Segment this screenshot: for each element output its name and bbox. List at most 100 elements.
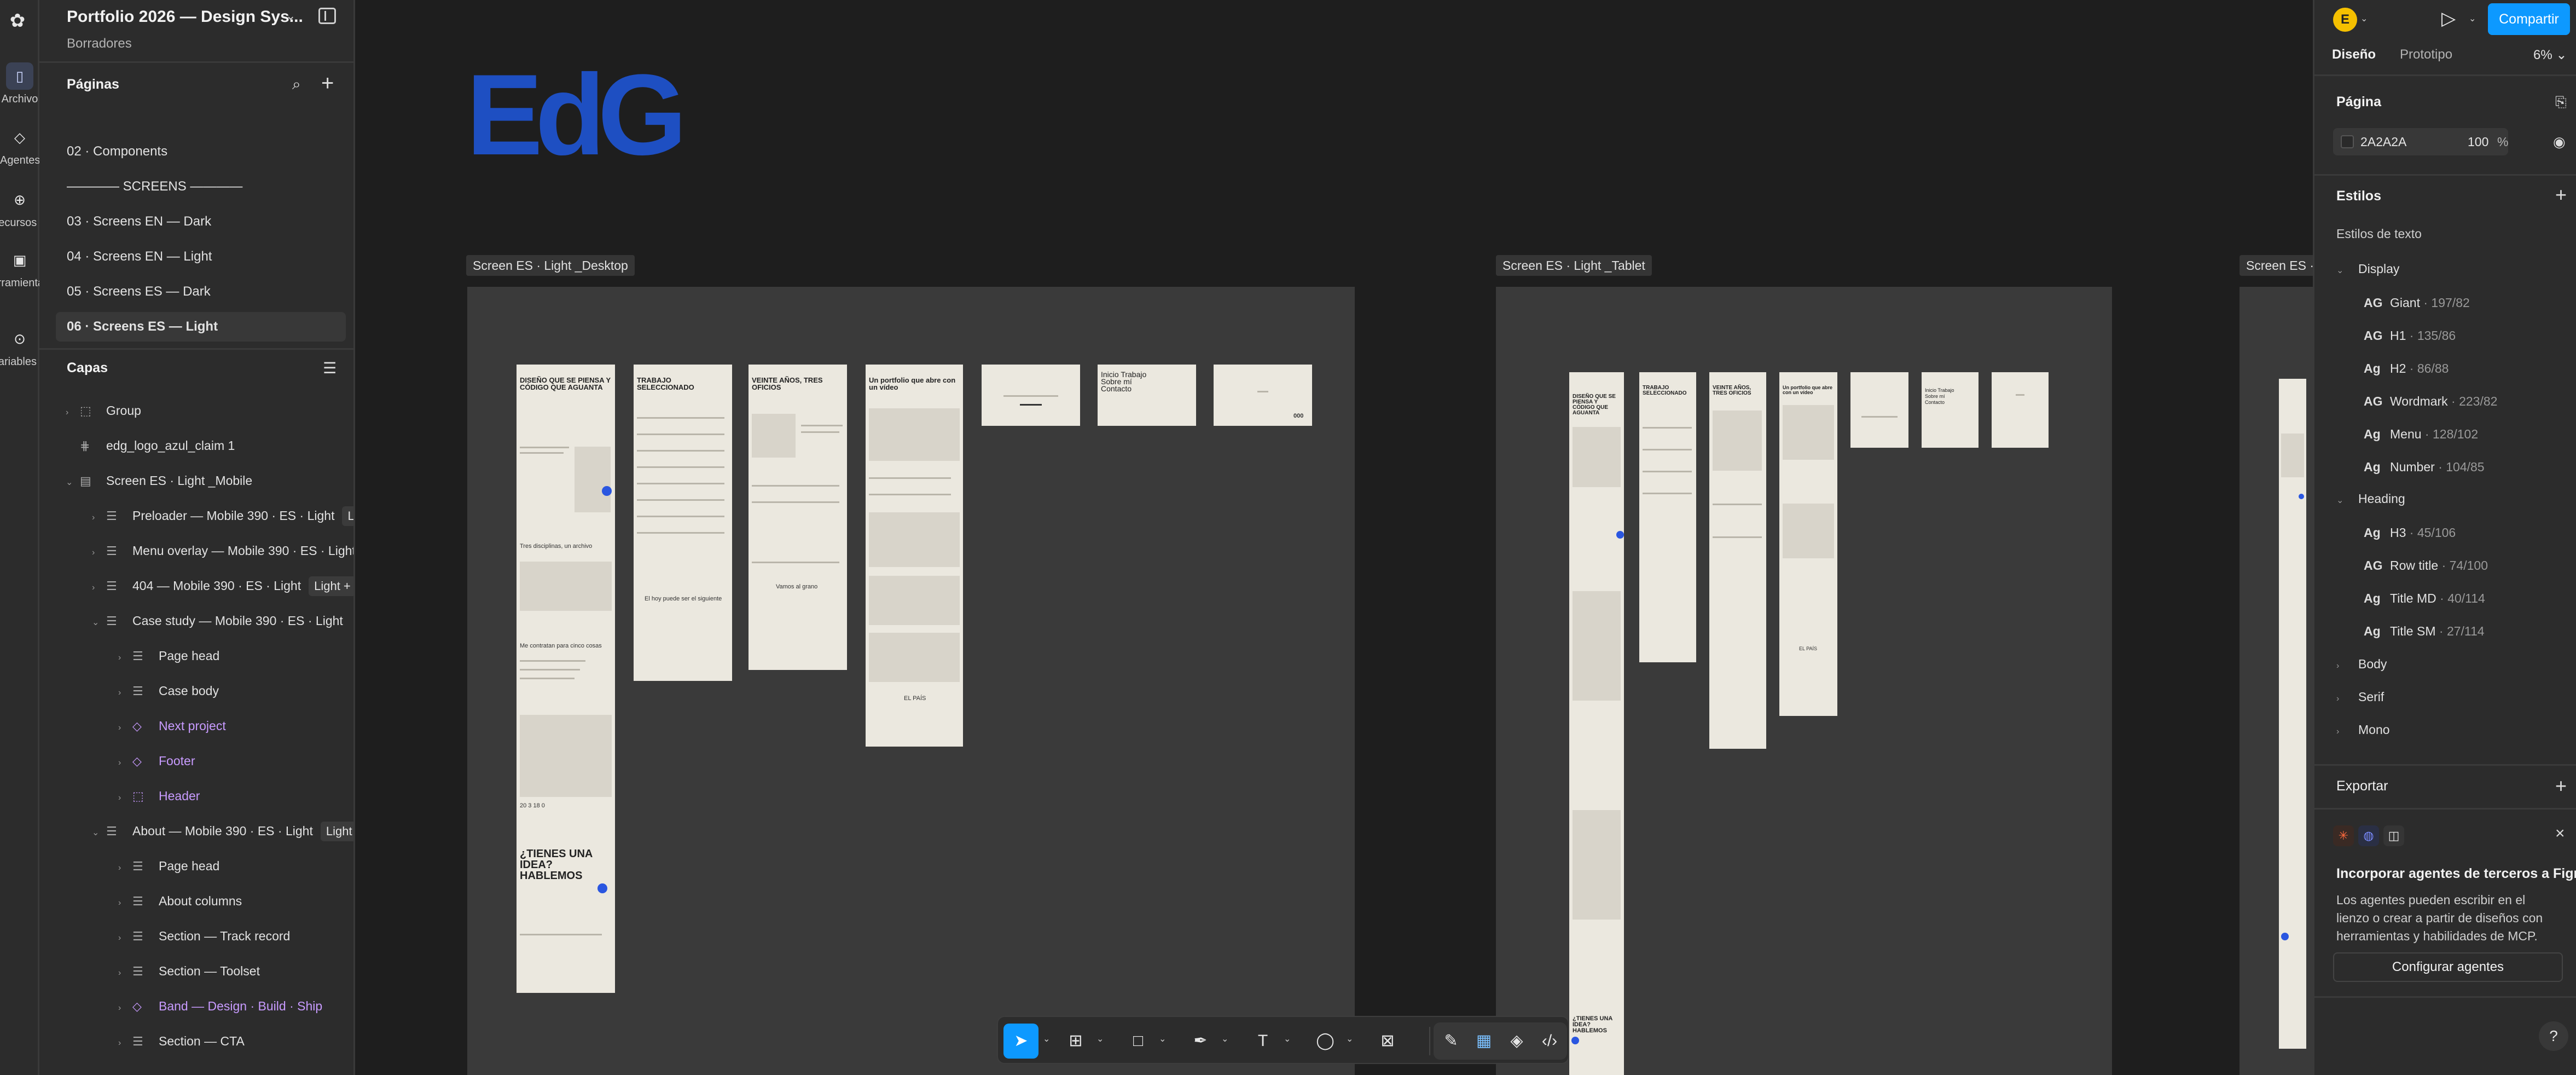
chevron-right-icon[interactable]: ›	[118, 745, 132, 781]
layer-item-component[interactable]: › ◇ Band — Design · Build · Ship	[118, 989, 322, 1024]
chevron-down-icon[interactable]: ⌄	[66, 465, 80, 500]
text-style-item[interactable]: Ag Number · 104/85	[2364, 460, 2485, 475]
chevron-right-icon[interactable]: ›	[92, 535, 106, 570]
chevron-right-icon[interactable]: ›	[118, 956, 132, 991]
pen-tool-icon[interactable]: ✒	[1183, 1024, 1218, 1059]
screen-about-desktop[interactable]: VEINTE AÑOS, TRES OFICIOS Vamos al grano	[749, 365, 847, 670]
search-icon[interactable]: ⌕	[292, 76, 301, 94]
text-style-item[interactable]: Ag H3 · 45/106	[2364, 525, 2456, 540]
chevron-right-icon[interactable]: ›	[118, 991, 132, 1026]
dev-mode-icon[interactable]: ‹/›	[1532, 1024, 1567, 1059]
design-canvas[interactable]: EdG Screen ES · Light _Desktop DISEÑO QU…	[355, 0, 2313, 1075]
frame-tool-icon[interactable]: ⊞	[1058, 1024, 1093, 1059]
layer-item[interactable]: › ☰ Page head	[118, 848, 219, 883]
chevron-down-icon[interactable]: ⌄	[286, 9, 295, 23]
style-group-body[interactable]: › Body	[2336, 657, 2387, 672]
page-item[interactable]: 05 · Screens ES — Dark	[56, 277, 346, 307]
layer-item[interactable]: › ☰ Case body	[118, 673, 219, 708]
frame-mobile[interactable]	[2240, 287, 2313, 1075]
chevron-down-icon[interactable]: ⌄	[1221, 1033, 1228, 1044]
style-group-serif[interactable]: › Serif	[2336, 690, 2384, 704]
text-style-item[interactable]: AG H1 · 135/86	[2364, 328, 2456, 343]
style-group-mono[interactable]: › Mono	[2336, 723, 2390, 737]
chevron-right-icon[interactable]: ›	[118, 675, 132, 710]
style-group-heading[interactable]: ⌄ Heading	[2336, 492, 2405, 506]
screen-about-tablet[interactable]: VEINTE AÑOS, TRES OFICIOS	[1709, 372, 1766, 749]
page-item[interactable]: 04 · Screens EN — Light	[56, 242, 346, 271]
chevron-right-icon[interactable]: ›	[118, 1026, 132, 1061]
add-style-icon[interactable]: +	[2555, 185, 2567, 205]
layer-item-component[interactable]: › ◇ Next project	[118, 708, 226, 743]
move-tool-icon[interactable]: ➤	[1003, 1024, 1038, 1059]
page-item-selected[interactable]: 06 · Screens ES — Light	[56, 312, 346, 342]
design-mode-icon[interactable]: ▦	[1466, 1024, 1501, 1059]
chevron-down-icon[interactable]: ⌄	[1284, 1033, 1291, 1044]
layer-item[interactable]: ⋕ edg_logo_azul_claim 1	[66, 428, 235, 463]
chevron-right-icon[interactable]: ›	[66, 395, 80, 430]
layer-item[interactable]: › ☰ Page head	[118, 638, 219, 673]
actions-icon[interactable]: ⊠	[1370, 1024, 1405, 1059]
rail-item-tools[interactable]: ▣ Herramientas	[0, 241, 39, 296]
text-style-item[interactable]: Ag Title SM · 27/114	[2364, 624, 2485, 639]
layer-item[interactable]: › ☰ About columns	[118, 883, 242, 918]
zoom-level[interactable]: 6% ⌄	[2533, 47, 2567, 63]
color-hex-value[interactable]: 2A2A2A	[2360, 135, 2406, 149]
screen-preloader-tablet[interactable]	[1850, 372, 1908, 448]
screen-404-desktop[interactable]: 000	[1214, 365, 1312, 426]
tab-prototype[interactable]: Prototipo	[2400, 47, 2452, 62]
tab-design[interactable]: Diseño	[2332, 47, 2376, 62]
chevron-right-icon[interactable]: ›	[118, 781, 132, 816]
layer-item-component[interactable]: › ◇ Footer	[118, 743, 195, 778]
file-title[interactable]: Portfolio 2026 — Design Sys...	[67, 8, 303, 26]
style-group-display[interactable]: ⌄ Display	[2336, 262, 2399, 276]
file-location[interactable]: Borradores	[67, 36, 132, 51]
screen-menu-tablet[interactable]: Inicio Trabajo Sobre mí Contacto	[1922, 372, 1979, 448]
frame-label-tablet[interactable]: Screen ES · Light _Tablet	[1496, 255, 1652, 276]
layer-item[interactable]: ⌄ ☰ About — Mobile 390 · ES · Light Light	[92, 813, 353, 848]
screen-home-mobile[interactable]	[2279, 379, 2306, 1049]
text-style-item[interactable]: AG Row title · 74/100	[2364, 558, 2488, 573]
frame-label-mobile[interactable]: Screen ES ·	[2240, 255, 2313, 276]
text-style-item[interactable]: AG Wordmark · 223/82	[2364, 394, 2497, 409]
chevron-right-icon[interactable]: ›	[118, 640, 132, 675]
components-mode-icon[interactable]: ◈	[1499, 1024, 1534, 1059]
screen-work-desktop[interactable]: TRABAJO SELECCIONADO El hoy puede ser el…	[634, 365, 732, 681]
screen-home-desktop[interactable]: DISEÑO QUE SE PIENSA Y CÓDIGO QUE AGUANT…	[517, 365, 615, 993]
copy-styles-icon[interactable]: ⎘	[2555, 92, 2567, 112]
text-tool-icon[interactable]: T	[1245, 1024, 1280, 1059]
rail-item-variables[interactable]: ⊙ Variables	[0, 320, 39, 374]
page-item[interactable]: 03 · Screens EN — Dark	[56, 207, 346, 236]
text-style-item[interactable]: Ag Menu · 128/102	[2364, 427, 2478, 442]
present-play-icon[interactable]: ▷	[2441, 8, 2456, 30]
chevron-right-icon[interactable]: ›	[92, 570, 106, 605]
opacity-value[interactable]: 100	[2468, 135, 2488, 149]
chevron-right-icon[interactable]: ›	[118, 851, 132, 886]
color-swatch[interactable]	[2341, 135, 2354, 148]
add-page-icon[interactable]: +	[321, 72, 334, 94]
rail-item-assets[interactable]: ⊕ Recursos	[0, 181, 39, 235]
chevron-down-icon[interactable]: ⌄	[1096, 1033, 1104, 1044]
chevron-down-icon[interactable]: ⌄	[1043, 1033, 1050, 1044]
chevron-down-icon[interactable]: ⌄	[1346, 1033, 1353, 1044]
layer-item[interactable]: › ☰ Preloader — Mobile 390 · ES · Light L	[92, 498, 353, 533]
add-export-icon[interactable]: +	[2555, 776, 2567, 796]
screen-work-tablet[interactable]: TRABAJO SELECCIONADO	[1639, 372, 1696, 662]
chevron-right-icon[interactable]: ›	[118, 886, 132, 921]
share-button[interactable]: Compartir	[2488, 3, 2570, 35]
background-color-field[interactable]: 2A2A2A 100 %	[2333, 128, 2508, 155]
chevron-right-icon[interactable]: ›	[118, 710, 132, 745]
layers-list-icon[interactable]: ☰	[323, 359, 336, 377]
page-item[interactable]: 02 · Components	[56, 137, 346, 166]
layer-item-component[interactable]: › ⬚ Header	[118, 778, 200, 813]
screen-case-desktop[interactable]: Un portfolio que abre con un vídeo EL PA…	[866, 365, 963, 747]
frame-tablet[interactable]: DISEÑO QUE SE PIENSA Y CÓDIGO QUE AGUANT…	[1496, 287, 2112, 1075]
layer-item[interactable]: › ☰ Menu overlay — Mobile 390 · ES · Light	[92, 533, 353, 570]
chevron-down-icon[interactable]: ⌄	[92, 605, 106, 640]
layer-item[interactable]: › ☰ 404 — Mobile 390 · ES · Light Light +	[92, 568, 353, 605]
text-style-item[interactable]: Ag Title MD · 40/114	[2364, 591, 2485, 606]
layer-item[interactable]: › ☰ Section — Toolset	[118, 953, 260, 989]
edg-logo[interactable]: EdG	[466, 57, 687, 172]
rail-item-file[interactable]: ▯ Archivo	[0, 57, 39, 112]
layer-item[interactable]: › ☰ Section — Track record	[118, 918, 290, 953]
draw-mode-icon[interactable]: ✎	[1434, 1024, 1469, 1059]
